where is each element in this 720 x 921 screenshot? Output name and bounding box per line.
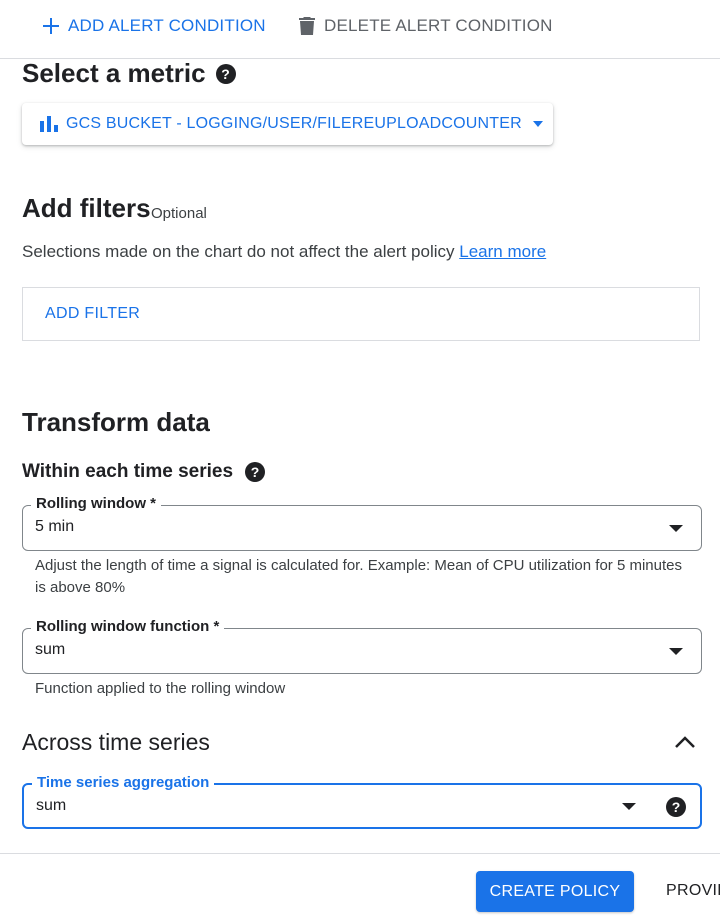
- time-series-aggregation-value: sum: [36, 797, 67, 814]
- chevron-up-icon[interactable]: [674, 735, 696, 749]
- time-series-aggregation-select[interactable]: Time series aggregation sum ?: [22, 774, 702, 829]
- help-icon[interactable]: ?: [215, 63, 236, 84]
- filters-description: Selections made on the chart do not affe…: [22, 242, 546, 262]
- plus-icon: [43, 18, 59, 34]
- trash-icon: [299, 17, 315, 35]
- metric-selector-button[interactable]: GCS BUCKET - LOGGING/USER/FILEREUPLOADCO…: [22, 103, 553, 145]
- select-metric-heading: Select a metric ?: [22, 58, 236, 89]
- rolling-window-value: 5 min: [35, 518, 75, 535]
- caret-down-icon: [669, 648, 683, 655]
- add-alert-condition-button[interactable]: ADD ALERT CONDITION: [42, 14, 266, 38]
- add-filters-heading: Add filters: [22, 193, 151, 223]
- provide-button[interactable]: PROVIDE: [666, 882, 720, 900]
- time-series-aggregation-label: Time series aggregation: [32, 774, 215, 791]
- across-time-series-heading: Across time series: [22, 729, 210, 755]
- caret-down-icon: [532, 121, 543, 127]
- rolling-window-function-value: sum: [35, 641, 66, 658]
- add-filter-button[interactable]: ADD FILTER: [45, 305, 140, 323]
- top-toolbar: ADD ALERT CONDITION DELETE ALERT CONDITI…: [0, 0, 720, 59]
- rolling-window-label: Rolling window *: [31, 495, 161, 512]
- help-icon[interactable]: ?: [245, 462, 266, 482]
- delete-alert-condition-button[interactable]: DELETE ALERT CONDITION: [298, 14, 553, 38]
- bar-chart-icon: [40, 116, 58, 132]
- create-policy-button[interactable]: CREATE POLICY: [476, 871, 634, 912]
- optional-label: Optional: [151, 205, 207, 222]
- help-icon[interactable]: ?: [666, 797, 686, 817]
- caret-down-icon: [669, 525, 683, 532]
- metric-selector-value: GCS BUCKET - LOGGING/USER/FILEREUPLOADCO…: [66, 115, 522, 132]
- rolling-window-function-select[interactable]: Rolling window function * sum: [22, 618, 702, 674]
- within-time-series-heading: Within each time series ?: [22, 461, 266, 483]
- rolling-window-hint: Adjust the length of time a signal is ca…: [35, 557, 682, 596]
- transform-data-heading: Transform data: [22, 407, 210, 437]
- select-metric-title: Select a metric: [22, 58, 206, 88]
- learn-more-link[interactable]: Learn more: [459, 242, 546, 261]
- rolling-window-select[interactable]: Rolling window * 5 min: [22, 495, 702, 551]
- delete-alert-condition-label: DELETE ALERT CONDITION: [324, 16, 553, 35]
- within-time-series-title: Within each time series: [22, 461, 234, 482]
- add-alert-condition-label: ADD ALERT CONDITION: [68, 16, 266, 35]
- filter-box: ADD FILTER: [22, 287, 700, 341]
- filters-description-text: Selections made on the chart do not affe…: [22, 242, 455, 261]
- rolling-window-function-hint: Function applied to the rolling window: [35, 680, 286, 697]
- footer-bar: CREATE POLICY PROVIDE: [0, 853, 720, 921]
- rolling-window-function-label: Rolling window function *: [31, 618, 225, 635]
- caret-down-icon: [622, 803, 636, 810]
